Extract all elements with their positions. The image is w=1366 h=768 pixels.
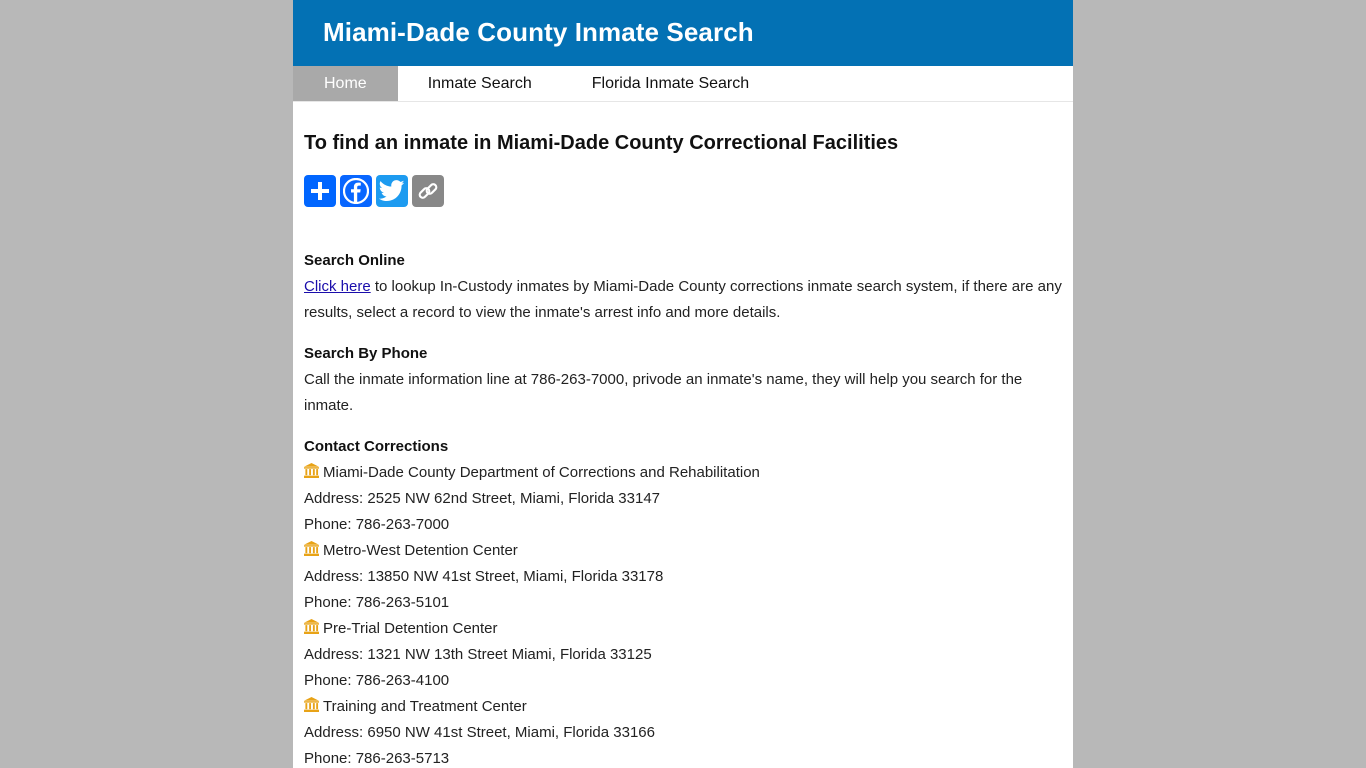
facility-name-row: Metro-West Detention Center: [304, 538, 1062, 564]
site-title[interactable]: Miami-Dade County Inmate Search: [323, 17, 754, 48]
search-by-phone-title: Search By Phone: [304, 345, 428, 362]
facility-phone: Phone: 786-263-5713: [304, 750, 450, 767]
main-content: To find an inmate in Miami-Dade County C…: [293, 102, 1073, 768]
facility-name-row: Pre-Trial Detention Center: [304, 616, 1062, 642]
add-icon: [311, 182, 329, 200]
site-banner: Miami-Dade County Inmate Search: [293, 0, 1073, 66]
share-buttons: [304, 175, 1062, 207]
nav-item-home[interactable]: Home: [293, 66, 398, 101]
facility-address: Address: 6950 NW 41st Street, Miami, Flo…: [304, 724, 655, 741]
facility-entry: Metro-West Detention Center Address: 138…: [304, 538, 1062, 616]
share-add-button[interactable]: [304, 175, 336, 207]
click-here-link[interactable]: Click here: [304, 278, 371, 295]
facility-phone: Phone: 786-263-5101: [304, 594, 450, 611]
facility-address: Address: 2525 NW 62nd Street, Miami, Flo…: [304, 490, 661, 507]
facility-name-row: Training and Treatment Center: [304, 694, 1062, 720]
facility-name: Training and Treatment Center: [323, 698, 527, 715]
building-icon: [304, 462, 319, 478]
building-icon: [304, 696, 319, 712]
facility-phone: Phone: 786-263-7000: [304, 516, 450, 533]
building-icon: [304, 618, 319, 634]
facility-name-row: Miami-Dade County Department of Correcti…: [304, 460, 1062, 486]
share-twitter-button[interactable]: [376, 175, 408, 207]
facility-entry: Pre-Trial Detention Center Address: 1321…: [304, 616, 1062, 694]
facility-address: Address: 1321 NW 13th Street Miami, Flor…: [304, 646, 652, 663]
facility-name: Metro-West Detention Center: [323, 542, 518, 559]
facility-address: Address: 13850 NW 41st Street, Miami, Fl…: [304, 568, 664, 585]
facebook-icon: [343, 178, 369, 204]
contact-corrections-title: Contact Corrections: [304, 438, 449, 455]
facility-phone: Phone: 786-263-4100: [304, 672, 450, 689]
search-online-description: to lookup In-Custody inmates by Miami-Da…: [304, 278, 1062, 321]
copy-link-icon: [418, 183, 438, 199]
page-heading: To find an inmate in Miami-Dade County C…: [304, 132, 899, 154]
nav-item-florida-inmate-search[interactable]: Florida Inmate Search: [562, 66, 779, 101]
building-icon: [304, 540, 319, 556]
share-facebook-button[interactable]: [340, 175, 372, 207]
twitter-icon: [379, 180, 405, 201]
facility-name: Miami-Dade County Department of Correcti…: [323, 464, 760, 481]
search-online-text: Click here to lookup In-Custody inmates …: [304, 274, 1062, 326]
search-online-title: Search Online: [304, 252, 405, 269]
search-by-phone-section: Search By Phone Call the inmate informat…: [304, 341, 1062, 419]
search-by-phone-text: Call the inmate information line at 786-…: [304, 371, 1023, 414]
facility-entry: Training and Treatment Center Address: 6…: [304, 694, 1062, 768]
main-nav: Home Inmate Search Florida Inmate Search: [293, 66, 1073, 102]
facility-name: Pre-Trial Detention Center: [323, 620, 498, 637]
share-copy-link-button[interactable]: [412, 175, 444, 207]
search-online-section: Search Online Click here to lookup In-Cu…: [304, 248, 1062, 326]
page: Miami-Dade County Inmate Search Home Inm…: [293, 0, 1073, 768]
facility-entry: Miami-Dade County Department of Correcti…: [304, 460, 1062, 538]
nav-item-inmate-search[interactable]: Inmate Search: [398, 66, 562, 101]
contact-corrections-section: Contact Corrections Miami-Dade County De…: [304, 434, 1062, 768]
